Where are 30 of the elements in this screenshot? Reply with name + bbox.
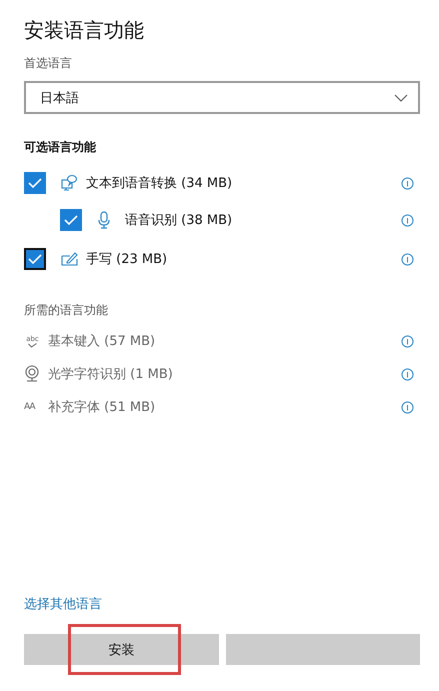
install-button[interactable]: 安装 — [24, 634, 218, 665]
checkmark-icon — [28, 178, 42, 188]
info-icon — [401, 252, 414, 266]
pen-icon — [61, 250, 78, 268]
choose-language-link[interactable]: 选择其他语言 — [24, 596, 102, 614]
info-icon — [401, 176, 414, 190]
checkmark-icon — [64, 214, 78, 226]
page-title: 安装语言功能 — [24, 17, 145, 43]
feature-label: 补充字体 (51 MB) — [48, 399, 156, 416]
info-icon — [401, 214, 414, 226]
webcam-icon — [24, 365, 41, 383]
chevron-down-icon — [394, 94, 408, 102]
feature-label: 文本到语音转换 (34 MB) — [86, 175, 234, 192]
checkbox[interactable] — [24, 172, 46, 194]
feature-label: 基本键入 (57 MB) — [48, 333, 156, 350]
info-icon — [401, 400, 414, 414]
section-heading: 可选语言功能 — [24, 139, 97, 155]
checkmark-icon — [28, 254, 42, 264]
feature-label: 手写 (23 MB) — [86, 251, 168, 268]
speech-bubble-icon — [61, 174, 78, 192]
checkbox[interactable] — [60, 209, 82, 231]
field-label: 首选语言 — [24, 55, 73, 71]
feature-label: 语音识别 (38 MB) — [125, 212, 234, 229]
info-icon — [401, 334, 414, 348]
feature-label: 光学字符识别 (1 MB) — [48, 366, 174, 383]
checkbox[interactable] — [24, 248, 46, 270]
font-size-icon: AA — [24, 401, 41, 413]
section-heading: 所需的语言功能 — [24, 302, 109, 318]
language-dropdown[interactable]: 日本語 — [24, 81, 420, 114]
info-icon — [401, 368, 414, 380]
